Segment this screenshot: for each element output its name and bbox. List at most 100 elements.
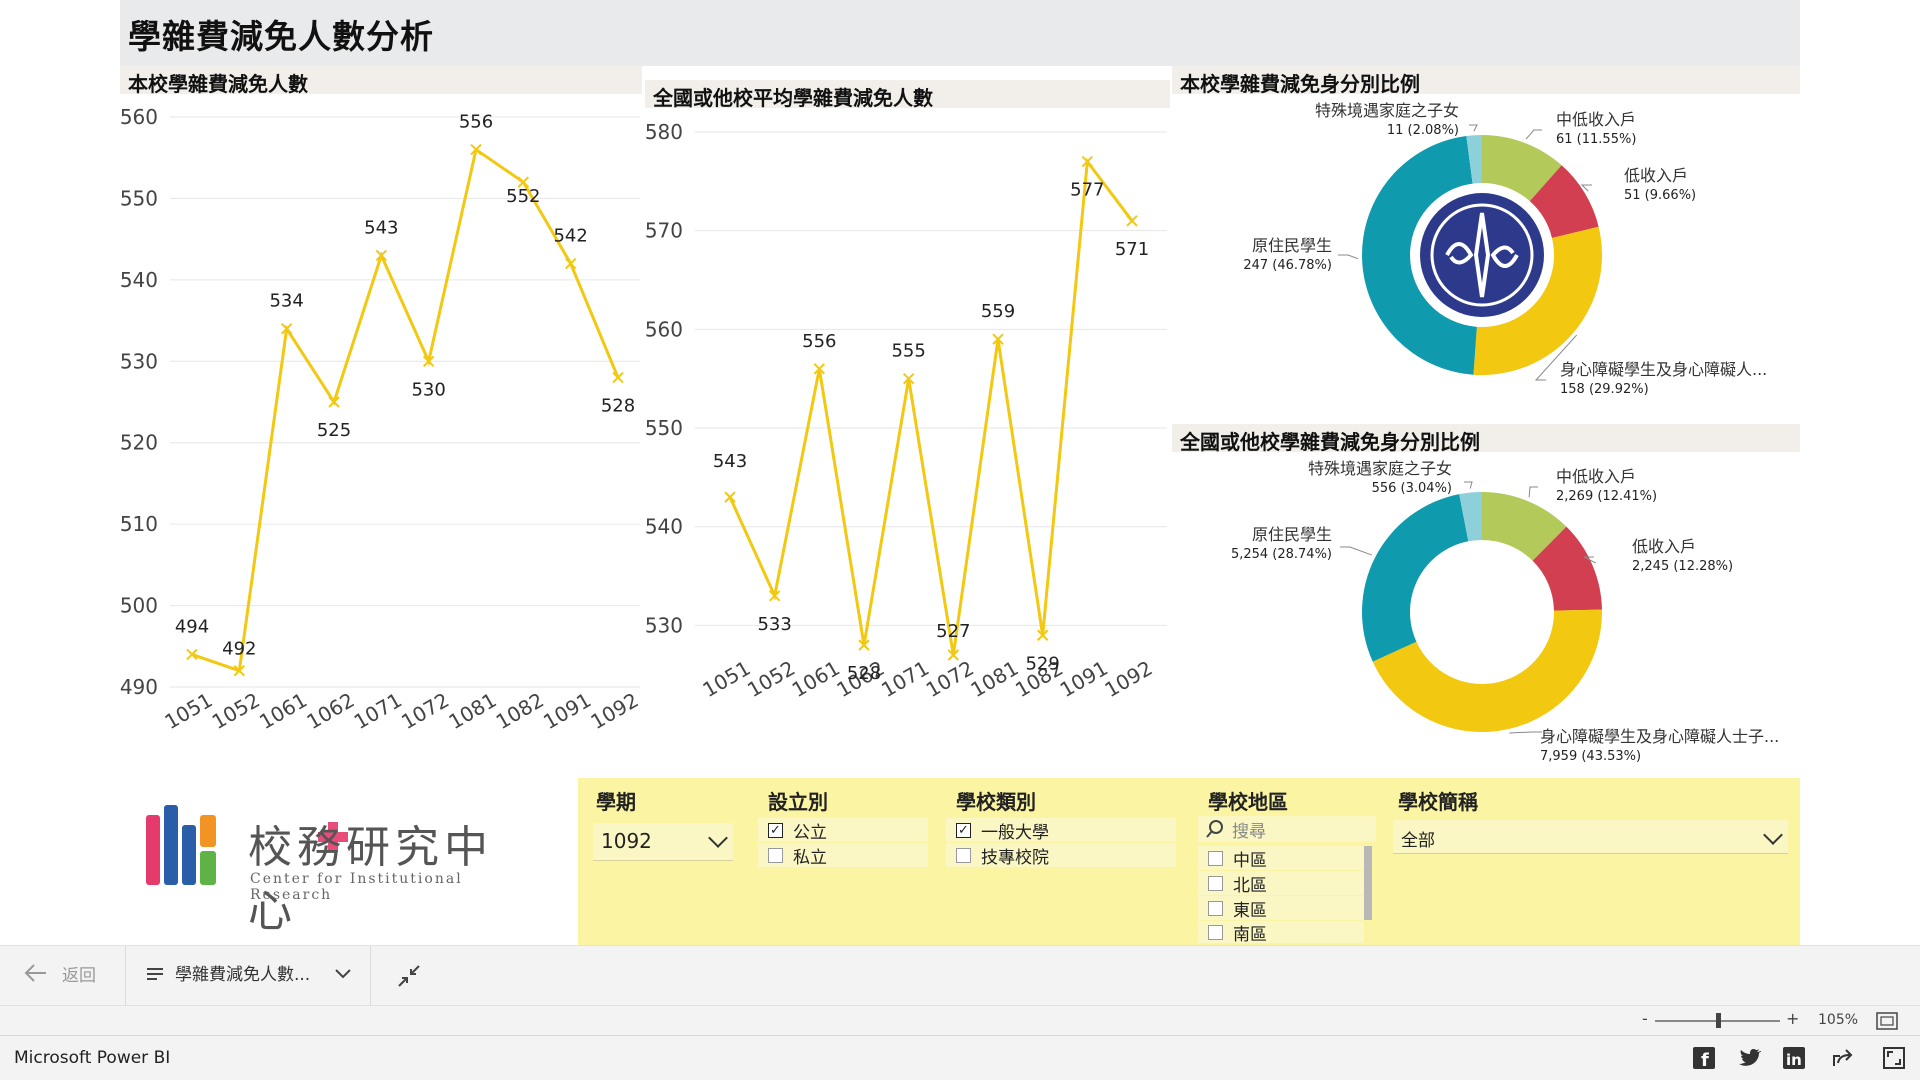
- powerbi-footer: Microsoft Power BI f in: [0, 1035, 1920, 1080]
- slice-value: 11 (2.08%): [1387, 123, 1459, 138]
- checkbox-checked-icon[interactable]: ✓: [956, 822, 971, 838]
- x-tick-label: 1051: [160, 688, 216, 734]
- school-emblem-icon: [1420, 193, 1544, 317]
- type-slicer-title: 學校類別: [956, 790, 1036, 814]
- term-dropdown[interactable]: 1092: [593, 823, 733, 861]
- fit-to-page-icon[interactable]: [1876, 1012, 1898, 1030]
- slice-value: 61 (11.55%): [1556, 132, 1636, 147]
- slice-value: 2,245 (12.28%): [1632, 559, 1733, 574]
- term-slicer-title: 學期: [596, 790, 636, 814]
- y-tick-label: 520: [120, 431, 158, 455]
- zoom-in-button[interactable]: +: [1786, 1009, 1799, 1028]
- slice-value: 556 (3.04%): [1372, 481, 1452, 496]
- data-label: 530: [411, 379, 445, 400]
- data-point: [1126, 215, 1138, 227]
- leader-line: [1580, 184, 1592, 192]
- data-label: 556: [802, 331, 836, 352]
- y-tick-label: 550: [645, 416, 683, 440]
- leader-line: [1525, 129, 1542, 140]
- option-label: 技專校院: [981, 847, 1049, 868]
- region-option-north[interactable]: 北區: [1198, 871, 1364, 896]
- establish-option-public[interactable]: ✓ 公立: [758, 818, 928, 843]
- data-label: 556: [459, 112, 493, 133]
- donut-slice: [1362, 494, 1469, 662]
- school-dropdown[interactable]: 全部: [1393, 820, 1788, 854]
- checkbox-icon[interactable]: [956, 847, 971, 863]
- slice-label: 原住民學生: [1252, 525, 1332, 544]
- checkbox-icon[interactable]: [1208, 875, 1223, 891]
- slice-value: 51 (9.66%): [1624, 188, 1696, 203]
- pie2-title: 全國或他校學雜費減免身分別比例: [1172, 424, 1800, 454]
- slice-label: 特殊境遇家庭之子女: [1308, 459, 1452, 478]
- back-arrow-icon: [24, 964, 46, 982]
- establish-option-private[interactable]: 私立: [758, 843, 928, 868]
- data-label: 529: [1025, 653, 1059, 674]
- national-line-chart[interactable]: 5305405505605705801051105210611062107110…: [645, 110, 1170, 760]
- y-tick-label: 510: [120, 512, 158, 536]
- national-identity-donut[interactable]: 中低收入戶 2,269 (12.41%) 低收入戶 2,245 (12.28%) 身心障…: [1172, 452, 1800, 772]
- y-tick-label: 540: [645, 515, 683, 539]
- left-chart-title: 本校學雜費減免人數: [120, 66, 642, 96]
- slice-label: 身心障礙學生及身心障礙人士子...: [1540, 727, 1779, 746]
- data-label: 543: [364, 217, 398, 238]
- x-tick-label: 1092: [586, 688, 642, 734]
- slice-label: 身心障礙學生及身心障礙人...: [1560, 360, 1767, 379]
- zoom-out-button[interactable]: -: [1642, 1009, 1648, 1028]
- data-label: 492: [222, 639, 256, 660]
- school-identity-donut[interactable]: 中低收入戶 61 (11.55%) 低收入戶 51 (9.66%) 身心障礙學生及身心障…: [1172, 95, 1800, 415]
- fullscreen-icon[interactable]: [1883, 1047, 1905, 1069]
- data-label: 571: [1115, 239, 1149, 260]
- checkbox-icon[interactable]: [1208, 900, 1223, 916]
- y-tick-label: 560: [120, 105, 158, 129]
- data-label: 528: [847, 663, 881, 684]
- page-list-icon: [147, 967, 163, 980]
- svg-text:f: f: [1701, 1050, 1709, 1069]
- emblem-disc: [1420, 193, 1544, 317]
- mid-chart-title: 全國或他校平均學雜費減免人數: [645, 80, 1170, 110]
- establish-slicer-title: 設立別: [768, 790, 828, 814]
- data-label: 528: [601, 396, 635, 417]
- type-option-university[interactable]: ✓ 一般大學: [946, 818, 1176, 843]
- logo-name-en: Center for Institutional Research: [250, 871, 463, 903]
- region-scrollbar[interactable]: [1364, 846, 1372, 920]
- checkbox-icon[interactable]: [1208, 850, 1223, 866]
- share-icon[interactable]: [1831, 1047, 1855, 1069]
- leader-line: [1469, 124, 1478, 132]
- slice-label: 中低收入戶: [1556, 110, 1636, 129]
- divider: [125, 946, 126, 1006]
- page-navigation-bar: 返回 學雜費減免人數...: [0, 945, 1920, 1006]
- region-option-central[interactable]: 中區: [1198, 846, 1364, 871]
- twitter-icon[interactable]: [1738, 1047, 1762, 1069]
- back-button[interactable]: 返回: [22, 960, 96, 986]
- school-slicer-title: 學校簡稱: [1398, 790, 1478, 814]
- data-label: 533: [757, 614, 791, 635]
- slice-value: 7,959 (43.53%): [1540, 749, 1641, 764]
- region-option-east[interactable]: 東區: [1198, 896, 1364, 921]
- school-line-chart[interactable]: 490 500 510 520 530 540 550 560 1051105210611062…: [120, 95, 642, 745]
- collapse-icon[interactable]: [396, 963, 422, 989]
- y-tick-label: 500: [120, 594, 158, 618]
- report-canvas: 學雜費減免人數分析 本校學雜費減免人數 490 500 510 520 530 540 55…: [0, 0, 1920, 1080]
- type-option-tech[interactable]: 技專校院: [946, 843, 1176, 868]
- zoom-level: 105%: [1818, 1012, 1859, 1028]
- zoom-bar: - + 105%: [0, 1005, 1920, 1035]
- checkbox-icon[interactable]: [1208, 924, 1223, 940]
- x-tick-label: 1052: [208, 688, 264, 734]
- y-tick-label: 560: [645, 317, 683, 341]
- checkbox-checked-icon[interactable]: ✓: [768, 822, 783, 838]
- chevron-down-icon: [335, 968, 351, 978]
- facebook-icon[interactable]: f: [1693, 1047, 1715, 1069]
- checkbox-icon[interactable]: [768, 847, 783, 863]
- region-option-south[interactable]: 南區: [1198, 921, 1364, 945]
- slice-label: 特殊境遇家庭之子女: [1315, 101, 1459, 120]
- slice-value: 5,254 (28.74%): [1231, 547, 1332, 562]
- page-selector[interactable]: 學雜費減免人數...: [145, 960, 354, 985]
- brand-name[interactable]: Microsoft Power BI: [14, 1048, 170, 1068]
- region-search[interactable]: 搜尋: [1198, 816, 1376, 842]
- leader-line: [1464, 481, 1473, 489]
- slice-label: 原住民學生: [1252, 236, 1332, 255]
- slice-value: 2,269 (12.41%): [1556, 489, 1657, 504]
- zoom-slider-thumb[interactable]: [1716, 1013, 1721, 1028]
- linkedin-icon[interactable]: in: [1783, 1047, 1805, 1069]
- back-label: 返回: [62, 965, 96, 986]
